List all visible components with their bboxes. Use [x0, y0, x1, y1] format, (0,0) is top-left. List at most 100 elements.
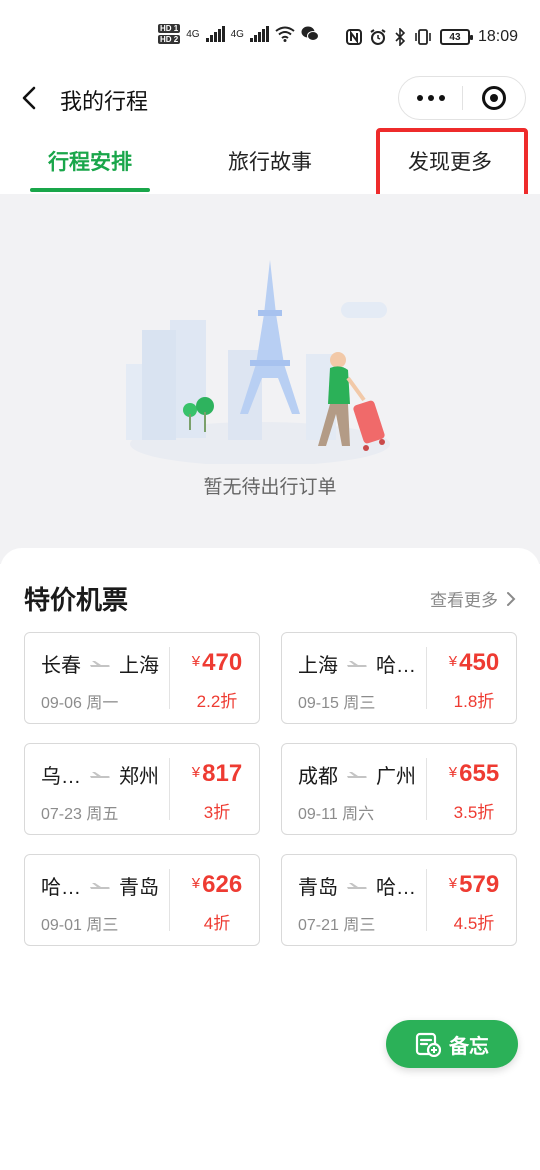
memo-button[interactable]: 备忘: [386, 1020, 518, 1068]
destination-city: 哈…: [376, 655, 416, 677]
price: ¥626: [175, 871, 259, 899]
origin-city: 乌…: [41, 766, 81, 788]
route: 上海 哈…: [298, 649, 416, 678]
nfc-icon: [345, 29, 362, 45]
divider: [169, 647, 170, 709]
departure-date: 07-21 周三: [298, 917, 376, 934]
divider: [426, 647, 427, 709]
origin-city: 上海: [298, 655, 338, 677]
empty-state: 暂无待出行订单: [0, 194, 540, 564]
chevron-right-icon: [507, 591, 516, 606]
bluetooth-icon: [395, 28, 406, 46]
signal-icon: [249, 26, 269, 42]
plane-icon: [347, 882, 367, 889]
currency-symbol: ¥: [191, 764, 201, 781]
status-bar: HD 1 HD 2 4G 4G 43 18:09: [0, 0, 540, 72]
discount: 3.5折: [453, 803, 495, 822]
sim-indicators: HD 1 HD 2: [158, 24, 181, 44]
price-value: 579: [459, 871, 500, 898]
section-title: 特价机票: [24, 585, 129, 615]
close-miniprogram-button[interactable]: [463, 77, 525, 119]
destination-city: 青岛: [119, 877, 159, 899]
departure-date: 09-11 周六: [298, 806, 375, 823]
alarm-icon: [370, 29, 386, 45]
miniprogram-capsule: [398, 76, 526, 120]
plane-icon: [90, 882, 110, 889]
travel-illustration: [126, 260, 390, 464]
currency-symbol: ¥: [448, 653, 458, 670]
ticket-card[interactable]: 青岛 哈… 07-21 周三 ¥579 4.5折: [281, 854, 517, 946]
discount: 3折: [203, 803, 231, 822]
plane-icon: [347, 660, 367, 667]
network-indicators: HD 1 HD 2 4G 4G: [158, 24, 319, 44]
departure-date: 09-15 周三: [298, 695, 376, 712]
origin-city: 成都: [298, 766, 338, 788]
currency-symbol: ¥: [448, 875, 458, 892]
more-menu-button[interactable]: [399, 77, 462, 119]
currency-symbol: ¥: [191, 875, 201, 892]
price-value: 626: [202, 871, 243, 898]
wifi-icon: [275, 26, 295, 42]
price: ¥470: [175, 649, 259, 677]
nav-header: 我的行程: [0, 72, 540, 126]
clock: 18:09: [477, 28, 518, 45]
plane-icon: [347, 771, 367, 778]
origin-city: 青岛: [298, 877, 338, 899]
price: ¥579: [432, 871, 516, 899]
system-indicators: 43 18:09: [345, 28, 518, 46]
divider: [169, 758, 170, 820]
tab-itinerary[interactable]: 行程安排: [30, 146, 150, 176]
empty-message: 暂无待出行订单: [203, 477, 337, 498]
departure-date: 09-06 周一: [41, 695, 119, 712]
highlight-box: [376, 128, 528, 200]
battery-icon: 43: [439, 29, 473, 45]
route: 哈… 青岛: [41, 871, 159, 900]
network-type-1: 4G: [186, 28, 200, 40]
divider: [169, 869, 170, 931]
ticket-card[interactable]: 上海 哈… 09-15 周三 ¥450 1.8折: [281, 632, 517, 724]
discount: 4折: [203, 914, 231, 933]
price: ¥655: [432, 760, 516, 788]
discount: 2.2折: [196, 692, 238, 711]
page-title: 我的行程: [60, 89, 149, 114]
active-tab-indicator: [30, 188, 150, 192]
origin-city: 哈…: [41, 877, 81, 899]
price-value: 450: [459, 649, 500, 676]
signal-icon: [205, 26, 225, 42]
wechat-icon: [301, 26, 319, 41]
divider: [426, 758, 427, 820]
plane-icon: [90, 771, 110, 778]
plane-icon: [90, 660, 110, 667]
memo-label: 备忘: [449, 1035, 489, 1058]
departure-date: 09-01 周三: [41, 917, 119, 934]
ticket-card[interactable]: 哈… 青岛 09-01 周三 ¥626 4折: [24, 854, 260, 946]
vibrate-icon: [415, 29, 431, 45]
destination-city: 哈…: [376, 877, 416, 899]
price-value: 655: [459, 760, 500, 787]
destination-city: 广州: [376, 766, 416, 788]
tab-travel-stories[interactable]: 旅行故事: [210, 146, 330, 176]
route: 成都 广州: [298, 760, 416, 789]
ticket-card[interactable]: 成都 广州 09-11 周六 ¥655 3.5折: [281, 743, 517, 835]
special-fares-section: 特价机票 查看更多 长春 上海 09-06 周一 ¥470 2.2折 上海 哈……: [0, 548, 540, 1170]
route: 长春 上海: [41, 649, 159, 678]
memo-icon: [415, 1032, 441, 1057]
discount: 1.8折: [453, 692, 495, 711]
price-value: 470: [202, 649, 243, 676]
see-more-link[interactable]: 查看更多: [430, 586, 516, 611]
target-icon: [481, 86, 506, 110]
ticket-card[interactable]: 乌… 郑州 07-23 周五 ¥817 3折: [24, 743, 260, 835]
sim1-badge: HD 1: [158, 24, 181, 33]
price: ¥817: [175, 760, 259, 788]
currency-symbol: ¥: [191, 653, 201, 670]
back-arrow-icon[interactable]: [16, 82, 44, 114]
origin-city: 长春: [41, 655, 81, 677]
departure-date: 07-23 周五: [41, 806, 119, 823]
discount: 4.5折: [453, 914, 495, 933]
destination-city: 上海: [119, 655, 159, 677]
route: 青岛 哈…: [298, 871, 416, 900]
divider: [426, 869, 427, 931]
price-value: 817: [202, 760, 243, 787]
network-type-2: 4G: [230, 28, 244, 40]
ticket-card[interactable]: 长春 上海 09-06 周一 ¥470 2.2折: [24, 632, 260, 724]
